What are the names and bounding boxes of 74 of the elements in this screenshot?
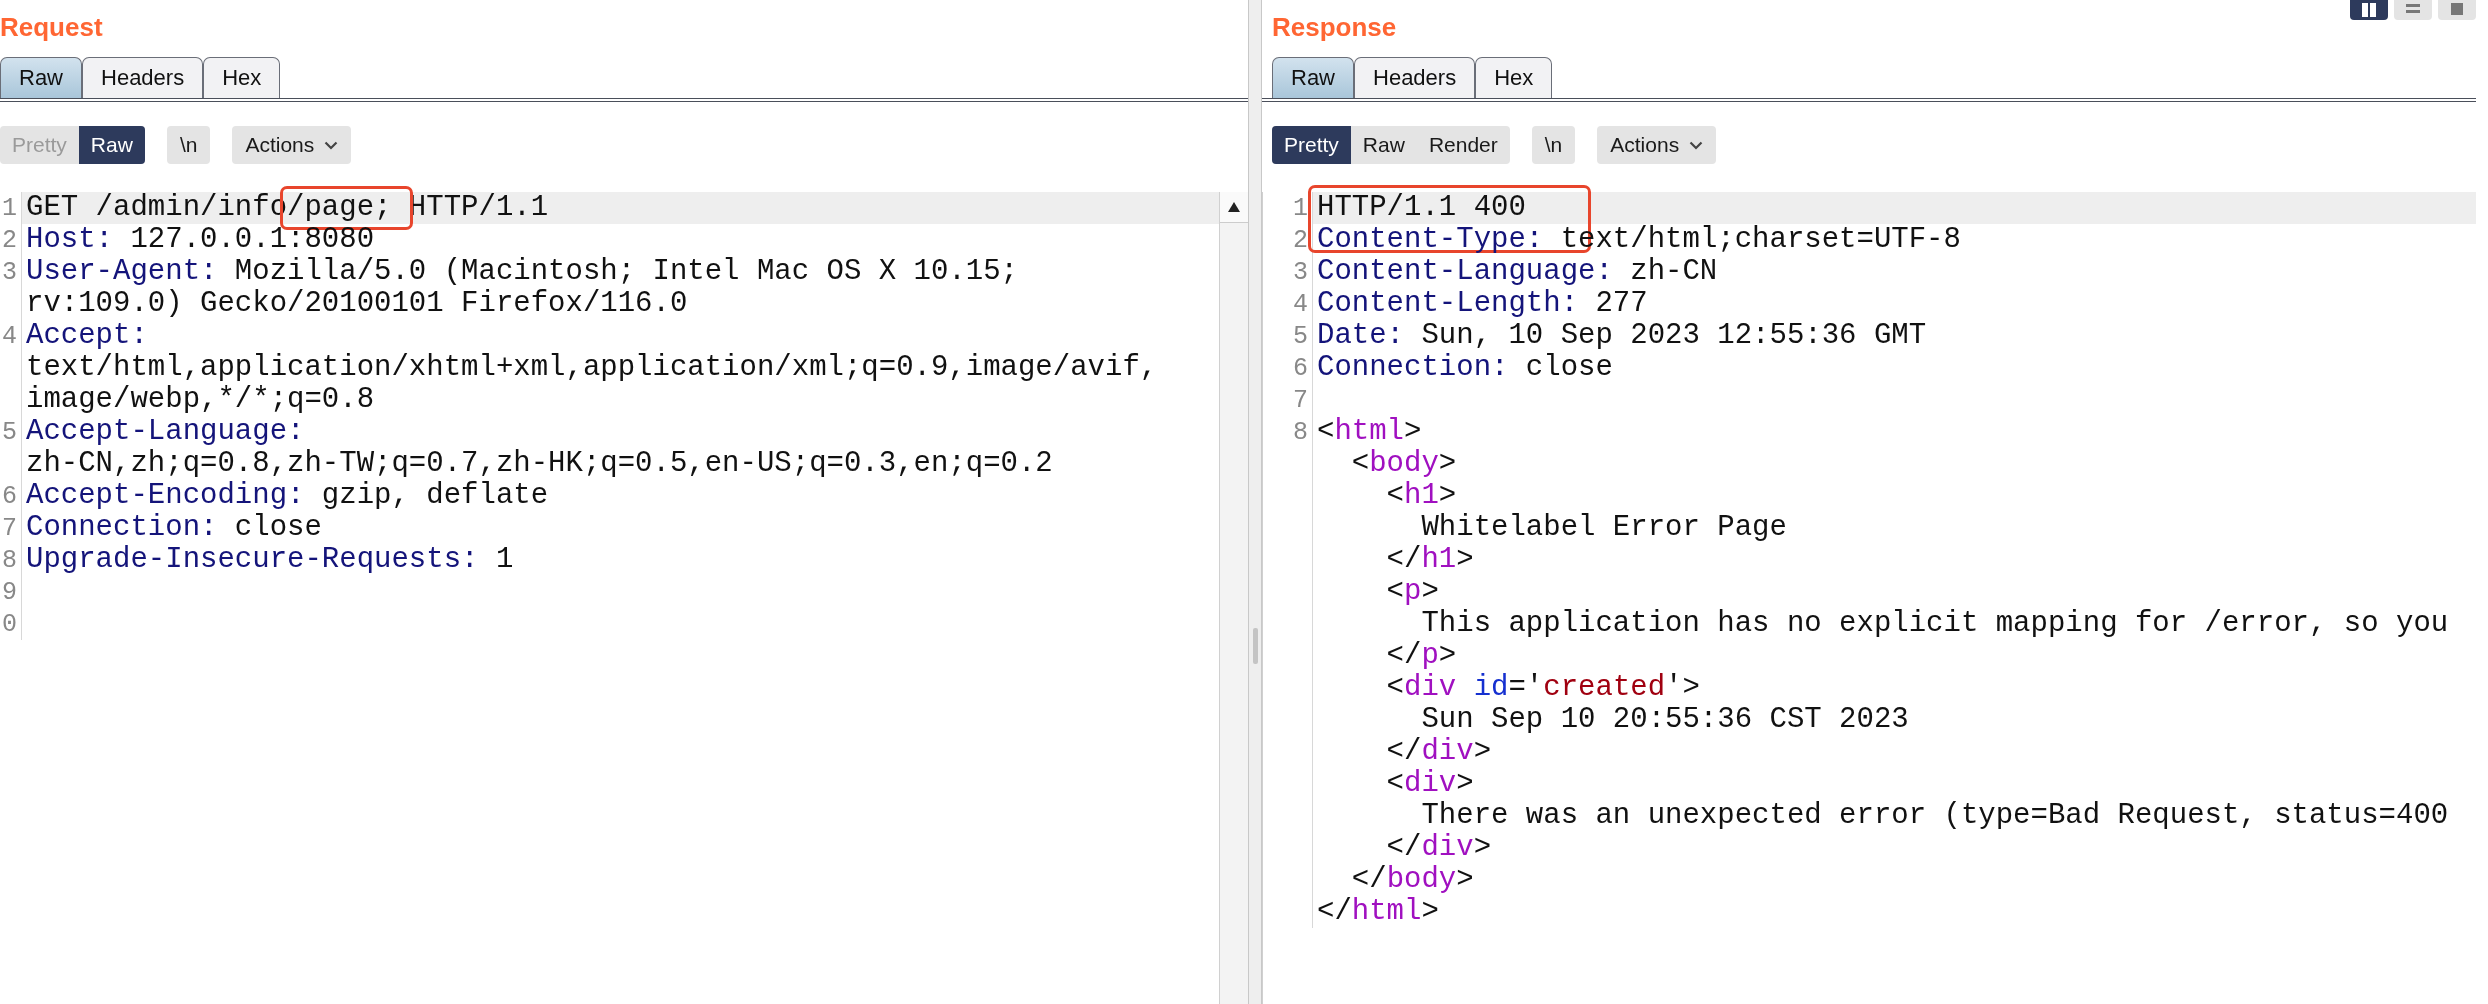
line-number: 7 — [1293, 385, 1308, 415]
line-number: 9 — [2, 577, 17, 607]
code-line: image/webp,*/*;q=0.8 — [25, 384, 375, 416]
chevron-down-icon — [1689, 140, 1704, 150]
code-line: </div> — [1385, 736, 1492, 768]
code-line: zh-CN,zh;q=0.8,zh-TW;q=0.7,zh-HK;q=0.5,en-US;q=0.3,en;q=0.2 — [25, 448, 1053, 480]
actions-button[interactable]: Actions — [232, 126, 352, 164]
code-line: HTTP/1.1 400 — [1313, 192, 1526, 224]
code-line: Connection: close — [1316, 352, 1613, 384]
tab[interactable]: Raw — [1272, 57, 1354, 98]
line-number: 7 — [2, 513, 17, 543]
code-line: Content-Language: zh-CN — [1316, 256, 1718, 288]
line-number: 8 — [2, 545, 17, 575]
line-number: 6 — [1293, 353, 1308, 383]
columns-icon — [2361, 3, 2377, 17]
code-line: <div id='created'> — [1385, 672, 1700, 704]
code-line: Accept-Encoding: gzip, deflate — [25, 480, 549, 512]
code-line: </html> — [1316, 896, 1439, 928]
code-line: <p> — [1385, 576, 1439, 608]
code-line: User-Agent: Mozilla/5.0 (Macintosh; Intel Mac OS X 10.15; — [25, 256, 1018, 288]
line-number: 1 — [2, 193, 17, 223]
line-number: 2 — [1293, 225, 1308, 255]
code-line: Connection: close — [25, 512, 322, 544]
line-number: 3 — [2, 257, 17, 287]
code-line: Content-Length: 277 — [1316, 288, 1648, 320]
code-line: This application has no explicit mapping for /error, so you — [1420, 608, 2449, 640]
tab[interactable]: Hex — [1475, 57, 1553, 98]
scrollbar[interactable] — [1219, 192, 1248, 1004]
line-number: 4 — [2, 321, 17, 351]
view-mode-button[interactable]: Raw — [78, 126, 145, 164]
line-number: 5 — [2, 417, 17, 447]
actions-button[interactable]: Actions — [1597, 126, 1717, 164]
code-line: </p> — [1385, 640, 1457, 672]
pane-title: Response — [1272, 11, 1397, 43]
layout-button[interactable] — [2350, 0, 2388, 20]
line-number: 0 — [2, 609, 17, 639]
view-mode-button[interactable]: Pretty — [1272, 126, 1351, 164]
code-line: </h1> — [1385, 544, 1474, 576]
code-line: </body> — [1350, 864, 1474, 896]
newline-button[interactable]: \n — [166, 126, 211, 164]
code-line: <div> — [1385, 768, 1474, 800]
code-line: Accept-Language: — [25, 416, 305, 448]
view-mode-button[interactable]: Render — [1416, 126, 1510, 164]
code-line: </div> — [1385, 832, 1492, 864]
line-number: 5 — [1293, 321, 1308, 351]
tab[interactable]: Headers — [1354, 57, 1476, 98]
code-line: Upgrade-Insecure-Requests: 1 — [25, 544, 514, 576]
line-number: 4 — [1293, 289, 1308, 319]
chevron-down-icon — [324, 140, 339, 150]
code-line: Sun Sep 10 20:55:36 CST 2023 — [1420, 704, 1909, 736]
tab[interactable]: Headers — [82, 57, 204, 98]
line-number: 2 — [2, 225, 17, 255]
code-line: Whitelabel Error Page — [1420, 512, 1787, 544]
code-line: text/html,application/xhtml+xml,application/xml;q=0.9,image/avif, — [25, 352, 1158, 384]
pane-title: Request — [0, 11, 103, 43]
code-line: There was an unexpected error (type=Bad Request, status=400 — [1420, 800, 2449, 832]
line-number: 3 — [1293, 257, 1308, 287]
scroll-up-icon[interactable] — [1227, 201, 1241, 213]
code-line: Accept: — [25, 320, 148, 352]
tab[interactable]: Hex — [203, 57, 281, 98]
splitter-handle[interactable] — [1252, 628, 1258, 664]
code-line: <html> — [1316, 416, 1422, 448]
code-line: rv:109.0) Gecko/20100101 Firefox/116.0 — [25, 288, 688, 320]
view-mode-button[interactable]: Raw — [1350, 126, 1417, 164]
line-number: 6 — [2, 481, 17, 511]
code-line: Date: Sun, 10 Sep 2023 12:55:36 GMT — [1316, 320, 1927, 352]
tab[interactable]: Raw — [0, 57, 82, 98]
line-number: 8 — [1293, 417, 1308, 447]
window-icon — [2450, 3, 2464, 17]
newline-button[interactable]: \n — [1531, 126, 1576, 164]
code-line: <body> — [1350, 448, 1457, 480]
code-line: <h1> — [1385, 480, 1457, 512]
line-number: 1 — [1293, 193, 1308, 223]
code-line: Host: 127.0.0.1:8080 — [25, 224, 375, 256]
